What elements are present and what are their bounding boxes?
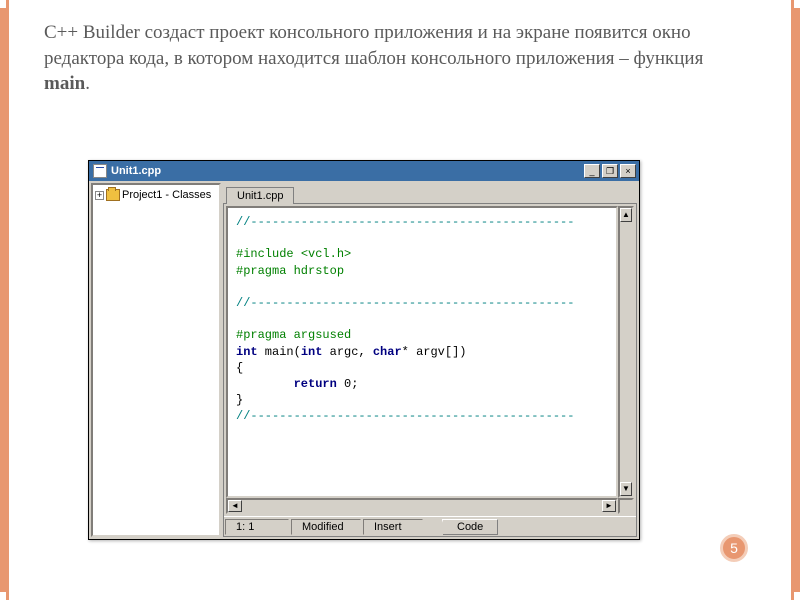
code-line: //--------------------------------------… [236,409,574,423]
close-button[interactable]: × [620,164,636,178]
scroll-right-icon[interactable]: ► [602,500,616,512]
folder-icon [106,189,120,201]
slide-paragraph: C++ Builder создаст проект консольного п… [44,20,750,97]
editor-frame: //--------------------------------------… [223,203,637,537]
ide-client: + Project1 - Classes Unit1.cpp //-------… [89,181,639,539]
code-text: argc, [322,345,372,359]
code-kw-int: int [301,345,323,359]
code-editor[interactable]: //--------------------------------------… [226,206,618,498]
paragraph-tail: . [85,73,90,94]
minimize-button[interactable]: _ [584,164,600,178]
hscroll-row: ◄ ► [226,498,634,514]
slide-border-right-inner [791,0,794,600]
tree-expand-icon[interactable]: + [95,191,104,200]
code-kw-char: char [373,345,402,359]
code-text: main( [258,345,301,359]
code-text: * argv[]) [402,345,467,359]
vertical-scrollbar[interactable]: ▲ ▼ [618,206,634,498]
code-kw-return: return [294,377,337,391]
status-modified: Modified [291,519,361,535]
statusbar: 1: 1 Modified Insert Code [224,516,636,536]
scroll-down-icon[interactable]: ▼ [620,482,632,496]
scroll-up-icon[interactable]: ▲ [620,208,632,222]
page-number-badge: 5 [720,534,748,562]
maximize-button[interactable]: ❐ [602,164,618,178]
editor-row: //--------------------------------------… [224,204,636,498]
class-tree-pane[interactable]: + Project1 - Classes [91,183,221,537]
window-title: Unit1.cpp [111,165,582,177]
scroll-corner [618,498,634,514]
code-kw-int: int [236,345,258,359]
code-pragma: #pragma hdrstop [236,264,344,278]
slide-border-left-inner [6,0,9,600]
document-icon [93,164,107,178]
status-insert: Insert [363,519,423,535]
code-include: #include [236,247,301,261]
code-line: //--------------------------------------… [236,215,574,229]
code-line: //--------------------------------------… [236,296,574,310]
status-pos: 1: 1 [225,519,289,535]
tab-code[interactable]: Code [442,519,498,535]
tree-root-label: Project1 - Classes [122,189,211,201]
code-brace: { [236,361,243,375]
editor-tabstrip: Unit1.cpp [223,183,637,203]
slide-border-right [794,8,800,592]
code-indent [236,377,294,391]
editor-pane: Unit1.cpp //----------------------------… [223,183,637,537]
scroll-left-icon[interactable]: ◄ [228,500,242,512]
ide-window: Unit1.cpp _ ❐ × + Project1 - Classes Uni… [88,160,640,540]
code-pragma: #pragma argsused [236,328,351,342]
tree-root-row[interactable]: + Project1 - Classes [95,189,217,201]
code-brace: } [236,393,243,407]
paragraph-bold: main [44,73,85,94]
code-include-file: <vcl.h> [301,247,351,261]
code-text: 0; [337,377,359,391]
titlebar[interactable]: Unit1.cpp _ ❐ × [89,161,639,181]
paragraph-text: C++ Builder создаст проект консольного п… [44,22,703,69]
tab-unit1[interactable]: Unit1.cpp [226,187,294,204]
horizontal-scrollbar[interactable]: ◄ ► [226,498,618,514]
